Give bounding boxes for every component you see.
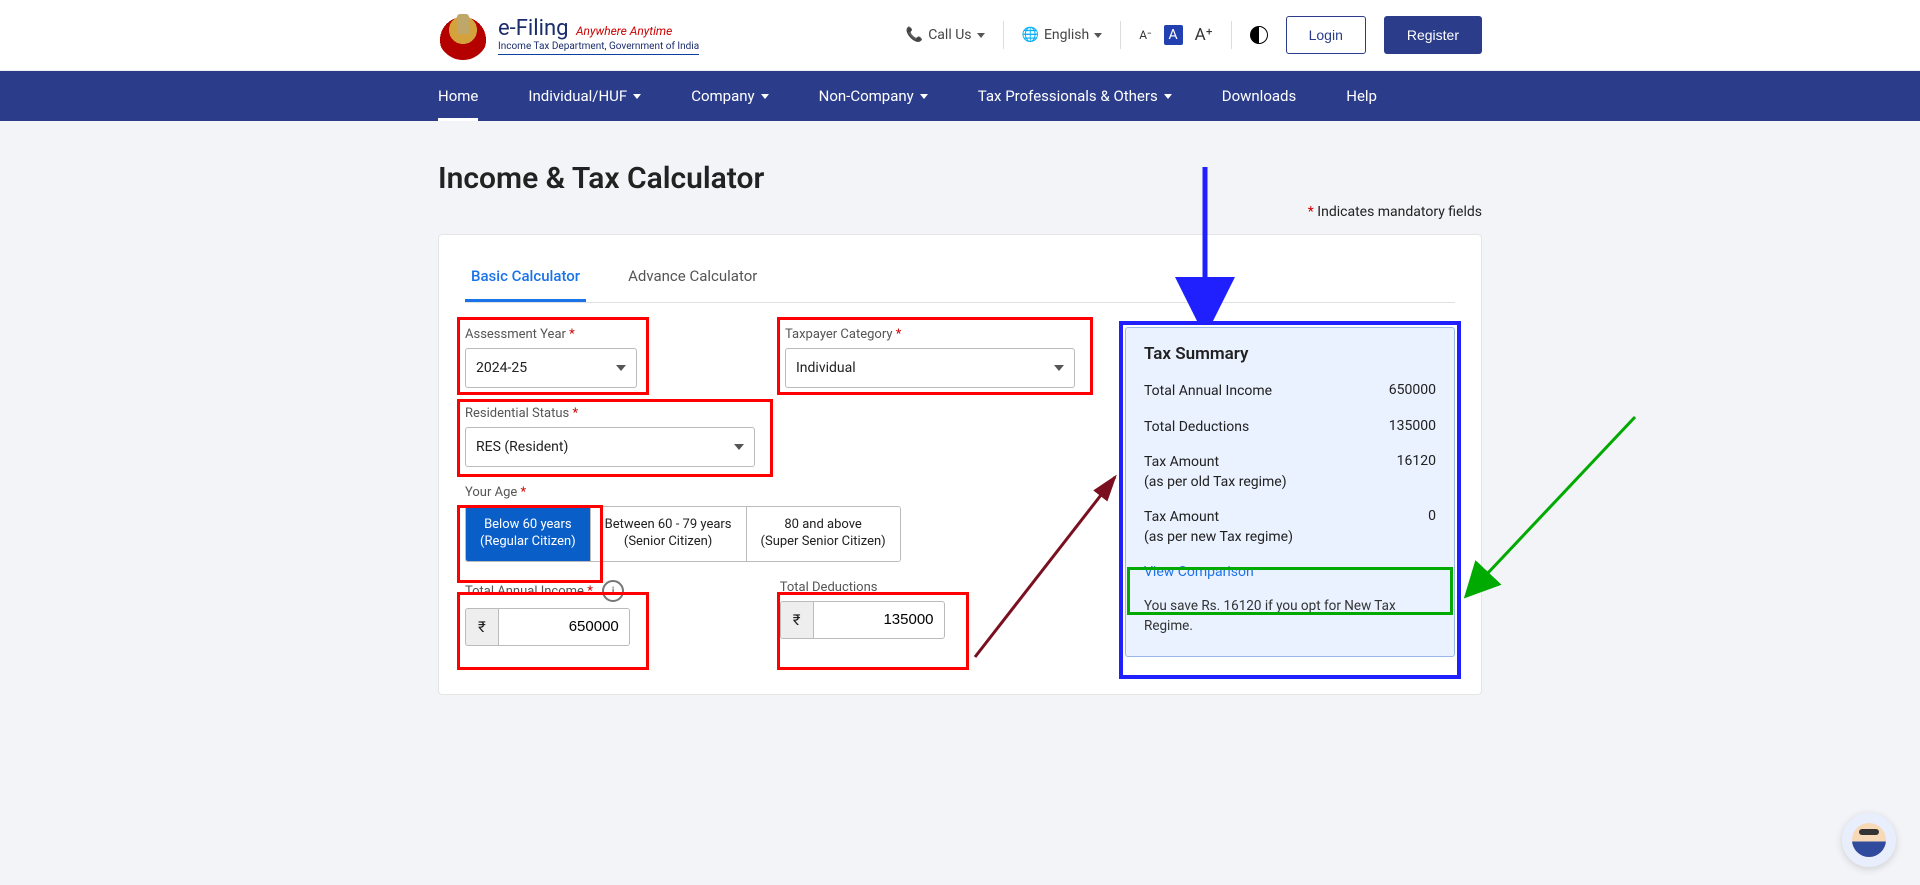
summary-new-tax-label: Tax Amount (as per new Tax regime) bbox=[1144, 508, 1293, 547]
nav-individual[interactable]: Individual/HUF bbox=[528, 71, 641, 121]
summary-new-tax-value: 0 bbox=[1428, 508, 1436, 547]
brand-logo[interactable]: e-Filing Anywhere Anytime Income Tax Dep… bbox=[438, 10, 699, 60]
tab-basic-calculator[interactable]: Basic Calculator bbox=[465, 257, 586, 302]
nav-downloads[interactable]: Downloads bbox=[1222, 71, 1297, 121]
summary-deductions-label: Total Deductions bbox=[1144, 418, 1249, 438]
annotation-arrow-green bbox=[1455, 407, 1645, 607]
brand-slogan: Anywhere Anytime bbox=[576, 24, 672, 38]
nav-non-company[interactable]: Non-Company bbox=[819, 71, 928, 121]
text-size-default[interactable]: A bbox=[1164, 25, 1183, 45]
calculator-card: Basic Calculator Advance Calculator Asse… bbox=[438, 234, 1482, 695]
login-button[interactable]: Login bbox=[1286, 16, 1366, 54]
assessment-year-select[interactable]: 2024-25 bbox=[465, 348, 637, 388]
nav-company[interactable]: Company bbox=[691, 71, 768, 121]
tab-advance-calculator[interactable]: Advance Calculator bbox=[622, 257, 763, 302]
taxpayer-category-label: Taxpayer Category bbox=[785, 327, 893, 342]
residential-status-value: RES (Resident) bbox=[476, 439, 568, 455]
assessment-year-value: 2024-25 bbox=[476, 360, 527, 376]
summary-old-tax-label: Tax Amount (as per old Tax regime) bbox=[1144, 453, 1287, 492]
taxpayer-category-value: Individual bbox=[796, 360, 856, 376]
call-us-label: Call Us bbox=[928, 27, 971, 43]
total-deductions-input[interactable] bbox=[813, 601, 945, 639]
emblem-icon bbox=[438, 10, 488, 60]
main-nav: Home Individual/HUF Company Non-Company … bbox=[0, 71, 1920, 121]
income-label: Total Annual Income bbox=[465, 584, 584, 599]
rupee-prefix: ₹ bbox=[780, 601, 813, 639]
globe-icon: 🌐 bbox=[1022, 27, 1039, 43]
nav-help[interactable]: Help bbox=[1346, 71, 1377, 121]
brand-subtitle: Income Tax Department, Government of Ind… bbox=[498, 41, 699, 52]
page-title: Income & Tax Calculator bbox=[438, 161, 1482, 196]
chevron-down-icon bbox=[1094, 33, 1102, 38]
chatbot-avatar-icon bbox=[1852, 823, 1886, 857]
summary-income-label: Total Annual Income bbox=[1144, 382, 1272, 402]
chevron-down-icon bbox=[633, 94, 641, 99]
rupee-prefix: ₹ bbox=[465, 608, 498, 646]
chevron-down-icon bbox=[616, 365, 626, 371]
age-group: Below 60 years(Regular Citizen) Between … bbox=[465, 506, 901, 562]
chevron-down-icon bbox=[1054, 365, 1064, 371]
age-option-80-above[interactable]: 80 and above(Super Senior Citizen) bbox=[747, 507, 900, 561]
residential-status-label: Residential Status bbox=[465, 406, 569, 421]
text-size-decrease[interactable]: A⁻ bbox=[1139, 28, 1151, 42]
deductions-label: Total Deductions bbox=[780, 580, 878, 595]
tax-summary-panel: Tax Summary Total Annual Income 650000 To… bbox=[1125, 327, 1455, 657]
top-header: e-Filing Anywhere Anytime Income Tax Dep… bbox=[0, 0, 1920, 71]
contrast-toggle-icon[interactable] bbox=[1250, 26, 1268, 44]
taxpayer-category-select[interactable]: Individual bbox=[785, 348, 1075, 388]
assessment-year-label: Assessment Year bbox=[465, 327, 566, 342]
chevron-down-icon bbox=[977, 33, 985, 38]
nav-home[interactable]: Home bbox=[438, 71, 478, 121]
register-button[interactable]: Register bbox=[1384, 16, 1482, 54]
savings-note: You save Rs. 16120 if you opt for New Ta… bbox=[1144, 596, 1436, 637]
calculator-tabs: Basic Calculator Advance Calculator bbox=[465, 257, 1455, 303]
language-dropdown[interactable]: 🌐 English bbox=[1022, 27, 1103, 43]
age-label: Your Age bbox=[465, 485, 517, 500]
text-size-increase[interactable]: A⁺ bbox=[1195, 25, 1213, 45]
chevron-down-icon bbox=[761, 94, 769, 99]
age-option-below-60[interactable]: Below 60 years(Regular Citizen) bbox=[466, 507, 591, 561]
summary-title: Tax Summary bbox=[1144, 344, 1436, 364]
phone-icon: 📞 bbox=[906, 27, 923, 43]
nav-tax-professionals[interactable]: Tax Professionals & Others bbox=[978, 71, 1172, 121]
age-option-60-79[interactable]: Between 60 - 79 years(Senior Citizen) bbox=[591, 507, 747, 561]
language-label: English bbox=[1044, 27, 1089, 43]
chevron-down-icon bbox=[734, 444, 744, 450]
summary-deductions-value: 135000 bbox=[1389, 418, 1436, 438]
summary-income-value: 650000 bbox=[1389, 382, 1436, 402]
summary-old-tax-value: 16120 bbox=[1397, 453, 1436, 492]
chevron-down-icon bbox=[1164, 94, 1172, 99]
calculator-form: Assessment Year * 2024-25 Taxpayer Categ… bbox=[465, 327, 1095, 664]
chevron-down-icon bbox=[920, 94, 928, 99]
info-icon[interactable]: i bbox=[602, 580, 624, 602]
brand-title: e-Filing bbox=[498, 16, 568, 41]
view-comparison-link[interactable]: View Comparison bbox=[1144, 564, 1436, 580]
mandatory-note: * Indicates mandatory fields bbox=[438, 204, 1482, 220]
chatbot-launcher[interactable] bbox=[1842, 813, 1896, 867]
total-annual-income-input[interactable] bbox=[498, 608, 630, 646]
residential-status-select[interactable]: RES (Resident) bbox=[465, 427, 755, 467]
call-us-dropdown[interactable]: 📞 Call Us bbox=[906, 27, 985, 43]
